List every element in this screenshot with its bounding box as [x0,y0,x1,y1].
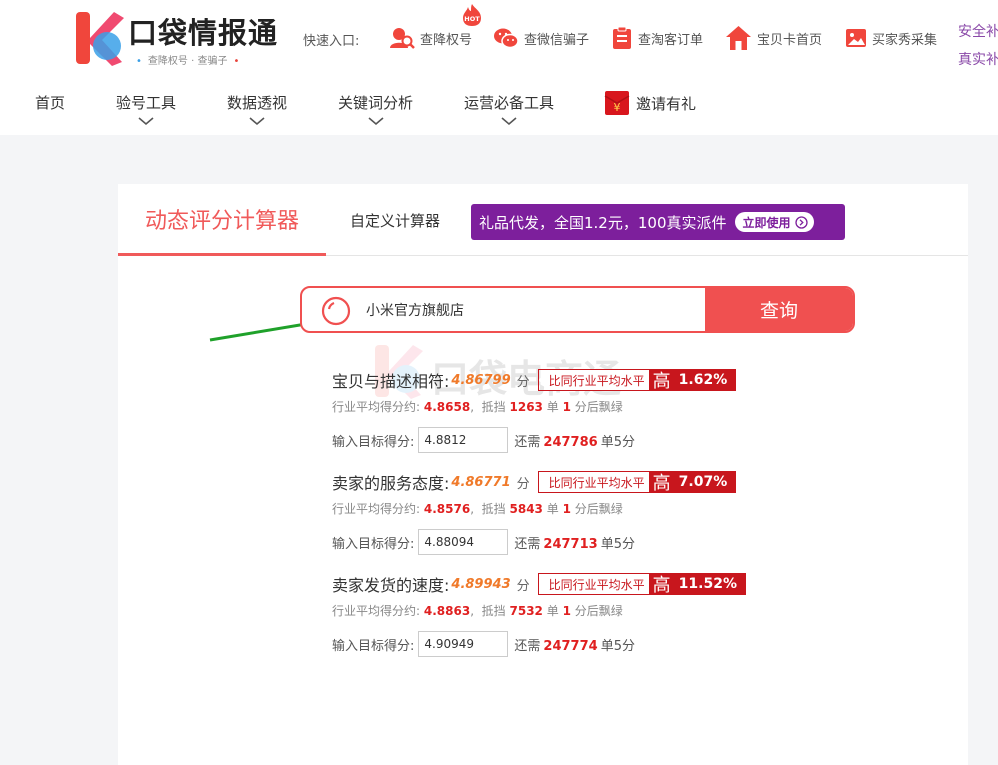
quick-entry-label: 快速入口: [303,34,360,49]
quick-item-buyer-show[interactable]: 买家秀采集 [845,22,937,54]
promo-banner[interactable]: 礼品代发，全国1.2元，100真实派件 立即使用 [471,204,845,240]
site-logo[interactable]: 口袋情报通 • 查降权号 · 查骗子 • [74,6,277,70]
chevron-down-icon [249,117,265,126]
nav-data-pivot[interactable]: 数据透视 [227,92,287,126]
hot-badge-icon: HOT [463,4,481,26]
target-score-row: 输入目标得分: 还需247774单5分 [332,631,635,657]
top-header: 口袋情报通 • 查降权号 · 查骗子 • 快速入口: 查降权号 HOT 查微信骗子 [0,0,998,135]
compare-badge: 比同行业平均水平 高 11.52% [537,573,746,596]
brand-name: 口袋情报通 [128,16,279,50]
calculator-card: 动态评分计算器 自定义计算器 礼品代发，全国1.2元，100真实派件 立即使用 … [118,184,968,765]
result-unit: 分 [516,578,530,594]
main-nav: 首页 验号工具 数据透视 关键词分析 运营必备工具 [0,88,998,128]
search-button[interactable]: 查询 [705,288,853,331]
red-envelope-icon: ¥ [604,91,630,115]
wechat-icon [494,28,519,49]
side-link-2[interactable]: 真实补 [958,46,998,74]
industry-average-row: 行业平均得分约: 4.8576, 抵挡 5843 单 1 分后飘绿 [332,502,623,516]
target-score-input[interactable] [418,529,509,555]
shop-search-box: 查询 [300,286,855,333]
quick-item-baobei-card[interactable]: 宝贝卡首页 [725,22,822,54]
arrow-right-circle-icon [794,215,808,229]
result-title-row: 卖家的服务态度: 4.86771 分 比同行业平均水平 高 7.07% [332,469,737,495]
result-title-row: 卖家发货的速度: 4.89943 分 比同行业平均水平 高 11.52% [332,571,746,597]
user-search-icon [390,28,415,49]
result-score: 4.86799 [451,372,511,388]
logo-k-icon [76,12,124,66]
tab-bar: 动态评分计算器 自定义计算器 礼品代发，全国1.2元，100真实派件 立即使用 [118,184,968,256]
promo-text: 礼品代发，全国1.2元，100真实派件 [479,213,727,232]
tab-dsr-calculator[interactable]: 动态评分计算器 [118,184,326,256]
nav-ops-tools[interactable]: 运营必备工具 [464,92,554,126]
chevron-down-icon [501,117,517,126]
side-link-1[interactable]: 安全补 [958,18,998,46]
result-score: 4.89943 [451,576,511,592]
quick-item-taoke-order[interactable]: 查淘客订单 [611,22,703,54]
result-label: 卖家发货的速度: [332,576,450,595]
target-score-row: 输入目标得分: 还需247713单5分 [332,529,635,555]
hot-badge-text: HOT [464,15,480,23]
result-title-row: 宝贝与描述相符: 4.86799 分 比同行业平均水平 高 1.62% [332,367,737,393]
result-unit: 分 [516,374,530,390]
chevron-down-icon [138,117,154,126]
side-links[interactable]: 安全补 真实补 [958,18,998,74]
target-score-input[interactable] [418,427,509,453]
quick-item-demotion-check[interactable]: 查降权号 [389,22,472,54]
result-label: 宝贝与描述相符: [332,372,450,391]
target-score-input[interactable] [418,631,509,657]
nav-keyword-analysis[interactable]: 关键词分析 [338,92,413,126]
chevron-down-icon [367,117,384,126]
tab-custom-calculator[interactable]: 自定义计算器 [350,210,440,231]
compare-badge: 比同行业平均水平 高 1.62% [537,369,737,392]
nav-invite[interactable]: ¥ 邀请有礼 [604,90,696,116]
home-icon [726,26,751,50]
target-score-row: 输入目标得分: 还需247786单5分 [332,427,635,453]
quick-item-wechat-scam[interactable]: 查微信骗子 [493,22,589,54]
industry-average-row: 行业平均得分约: 4.8863, 抵挡 7532 单 1 分后飘绿 [332,604,623,618]
nav-home[interactable]: 首页 [35,92,65,113]
result-label: 卖家的服务态度: [332,474,450,493]
loading-search-icon [321,296,351,326]
svg-text:¥: ¥ [614,101,621,114]
compare-badge: 比同行业平均水平 高 7.07% [537,471,737,494]
clipboard-icon [613,26,631,49]
brand-slogan: • 查降权号 · 查骗子 • [136,56,240,67]
nav-account-check[interactable]: 验号工具 [116,92,176,126]
image-icon [846,29,866,47]
promo-use-now-button[interactable]: 立即使用 [734,212,814,232]
result-score: 4.86771 [451,474,511,490]
result-unit: 分 [516,476,530,492]
shop-name-input[interactable] [366,288,706,331]
industry-average-row: 行业平均得分约: 4.8658, 抵挡 1263 单 1 分后飘绿 [332,400,623,414]
